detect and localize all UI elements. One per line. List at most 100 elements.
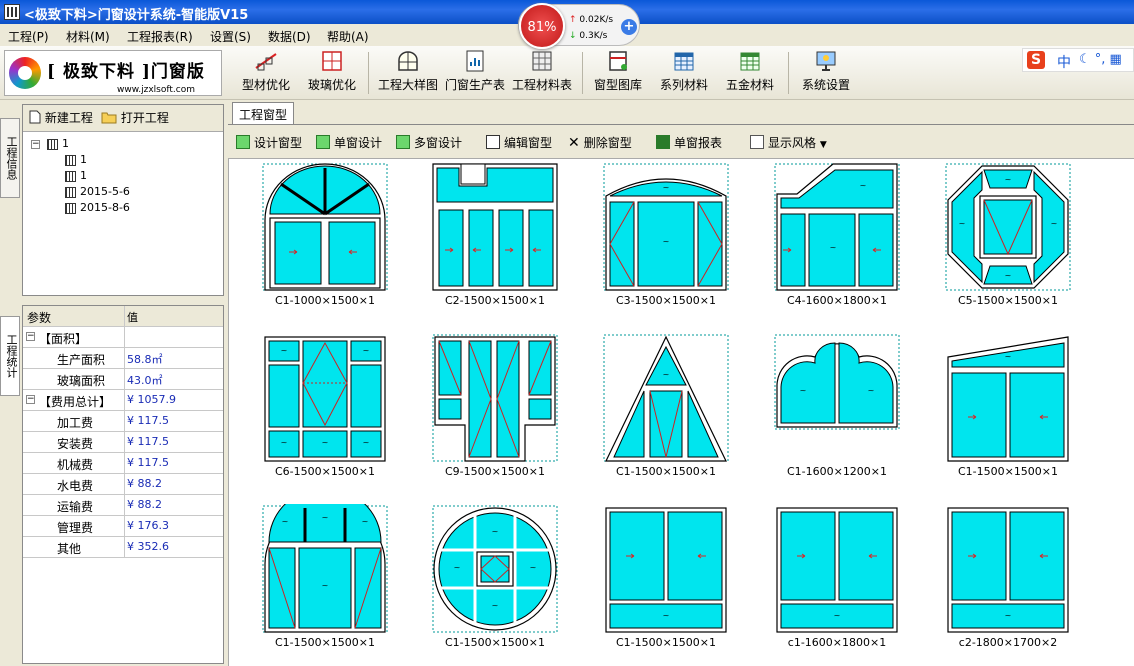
stats-property-grid: 参数 值 【面积】 − 生产面积 58.8㎡ 玻璃面积 43.0㎡ 【费用总计】 − ¥ 105… bbox=[22, 305, 224, 664]
project-tree: − 1 1 1 2015-5-6 2015-8-6 bbox=[23, 131, 223, 295]
property-row[interactable]: 管理费 ¥ 176.3 bbox=[23, 516, 223, 537]
property-name: 机械费 bbox=[23, 453, 125, 473]
menu-data[interactable]: 数据(D) bbox=[268, 28, 311, 45]
delete-x-icon: ✕ bbox=[568, 135, 580, 151]
side-tabs: 工程信息 工程统计 bbox=[0, 104, 20, 664]
property-name: 【费用总计】 bbox=[23, 390, 125, 410]
design-window-button[interactable]: 设计窗型 bbox=[236, 134, 302, 151]
single-window-button[interactable]: 单窗设计 bbox=[316, 134, 382, 151]
window-thumbnail-octagon[interactable]: ~ ~ ~ ~ bbox=[944, 162, 1072, 292]
window-thumbnail-round-top[interactable]: ~ ~ ~ ~ bbox=[261, 504, 389, 634]
open-folder-icon bbox=[101, 112, 117, 124]
edit-grid-icon bbox=[486, 135, 500, 149]
property-row[interactable]: 安装费 ¥ 117.5 bbox=[23, 432, 223, 453]
window-thumbnail-notch-top[interactable] bbox=[431, 162, 559, 292]
new-project-button[interactable]: 新建工程 bbox=[29, 109, 93, 126]
glass-optimize-button[interactable]: 玻璃优化 bbox=[304, 50, 360, 96]
calendar-grid-icon bbox=[674, 52, 694, 71]
window-report-button[interactable]: 单窗报表 bbox=[656, 134, 722, 151]
window-grid-icon bbox=[65, 170, 76, 182]
window-thumbnail-t-shape[interactable] bbox=[431, 333, 559, 463]
app-logo: [ 极致下料 ]门窗版 www.jzxlsoft.com bbox=[4, 50, 222, 96]
property-row[interactable]: 运输费 ¥ 88.2 bbox=[23, 495, 223, 516]
menu-help[interactable]: 帮助(A) bbox=[327, 28, 369, 45]
menu-report[interactable]: 工程报表(R) bbox=[127, 28, 193, 45]
window-thumbnail-grid[interactable]: ~ ~ ~ ~ ~ bbox=[261, 333, 389, 463]
collapse-icon[interactable]: − bbox=[31, 140, 40, 149]
svg-text:~: ~ bbox=[1005, 175, 1012, 184]
window-library-button[interactable]: 窗型图库 bbox=[590, 50, 646, 96]
edit-window-button[interactable]: 编辑窗型 bbox=[486, 134, 552, 151]
window-thumbnail-slider[interactable]: ~ bbox=[773, 504, 901, 634]
delete-window-button[interactable]: ✕ 删除窗型 bbox=[568, 134, 632, 151]
dropdown-arrow-icon: ▼ bbox=[819, 140, 827, 150]
production-sheet-button[interactable]: 门窗生产表 bbox=[444, 50, 506, 96]
network-speed-widget[interactable]: 81% ↑ 0.02K/s ↓ 0.3K/s + bbox=[518, 3, 640, 49]
tab-project-windows[interactable]: 工程窗型 bbox=[232, 102, 294, 124]
collapse-icon[interactable]: − bbox=[26, 332, 35, 341]
window-thumbnail-circle[interactable]: ~ ~ ~ ~ bbox=[431, 504, 559, 634]
open-project-button[interactable]: 打开工程 bbox=[101, 109, 169, 126]
property-row[interactable]: 生产面积 58.8㎡ bbox=[23, 348, 223, 369]
ime-toolbar[interactable]: S 中 ☾ °, ▦ bbox=[1022, 48, 1134, 72]
property-row[interactable]: 其他 ¥ 352.6 bbox=[23, 537, 223, 558]
material-sheet-button[interactable]: 工程材料表 bbox=[510, 50, 574, 96]
property-row[interactable]: 机械费 ¥ 117.5 bbox=[23, 453, 223, 474]
menu-project[interactable]: 工程(P) bbox=[8, 28, 49, 45]
profile-optimize-button[interactable]: 型材优化 bbox=[238, 50, 294, 96]
series-material-button[interactable]: 系列材料 bbox=[656, 50, 712, 96]
upload-speed: ↑ 0.02K/s bbox=[569, 15, 614, 25]
window-thumbnail-slider[interactable]: ~ bbox=[944, 504, 1072, 634]
hardware-material-button[interactable]: 五金材料 bbox=[722, 50, 778, 96]
window-caption: C6-1500×1500×1 bbox=[274, 465, 376, 478]
tab-project-stats[interactable]: 工程统计 bbox=[0, 316, 20, 396]
tree-item[interactable]: 2015-8-6 bbox=[65, 201, 130, 215]
ime-mode[interactable]: 中 bbox=[1057, 52, 1071, 72]
arrow-up-icon: ↑ bbox=[569, 15, 577, 25]
property-row[interactable]: 【面积】 − bbox=[23, 327, 223, 348]
window-thumbnail-segment-top[interactable]: ~~ bbox=[602, 162, 730, 292]
window-caption: c1-1600×1800×1 bbox=[787, 636, 887, 649]
window-caption: C1-1500×1500×1 bbox=[274, 636, 376, 649]
property-name: 玻璃面积 bbox=[23, 369, 125, 389]
excel-icon bbox=[656, 135, 670, 149]
svg-text:~: ~ bbox=[1005, 271, 1012, 280]
plus-icon[interactable]: + bbox=[621, 19, 637, 35]
glass-optimize-icon bbox=[322, 51, 342, 71]
window-thumbnail-slider[interactable]: ~ bbox=[602, 504, 730, 634]
tree-item[interactable]: 1 bbox=[65, 153, 87, 167]
window-thumbnail-slope-top[interactable]: ~~ bbox=[773, 162, 901, 292]
tree-root[interactable]: 1 bbox=[47, 137, 69, 151]
project-drawing-button[interactable]: 工程大样图 bbox=[376, 50, 440, 96]
svg-text:~: ~ bbox=[492, 601, 499, 610]
property-value: ¥ 117.5 bbox=[127, 414, 169, 427]
window-thumbnail-cloud[interactable]: ~ ~ bbox=[773, 333, 901, 463]
menu-material[interactable]: 材料(M) bbox=[66, 28, 110, 45]
property-row[interactable]: 【费用总计】 − ¥ 1057.9 bbox=[23, 390, 223, 411]
tab-project-info[interactable]: 工程信息 bbox=[0, 118, 20, 198]
svg-text:~: ~ bbox=[868, 386, 875, 395]
ime-options-icon[interactable]: ☾ °, ▦ bbox=[1079, 52, 1122, 67]
menu-settings[interactable]: 设置(S) bbox=[210, 28, 251, 45]
tree-item[interactable]: 1 bbox=[65, 169, 87, 183]
system-settings-button[interactable]: 系统设置 bbox=[796, 50, 856, 96]
property-name: 水电费 bbox=[23, 474, 125, 494]
multi-window-button[interactable]: 多窗设计 bbox=[396, 134, 462, 151]
display-style-dropdown[interactable]: 显示风格 ▼ bbox=[750, 134, 827, 151]
window-caption: C1-1500×1500×1 bbox=[615, 636, 717, 649]
tree-item[interactable]: 2015-5-6 bbox=[65, 185, 130, 199]
property-value: ¥ 352.6 bbox=[127, 540, 169, 553]
collapse-icon[interactable]: − bbox=[26, 395, 35, 404]
property-row[interactable]: 玻璃面积 43.0㎡ bbox=[23, 369, 223, 390]
globe-logo-icon bbox=[9, 57, 41, 89]
property-row[interactable]: 加工费 ¥ 117.5 bbox=[23, 411, 223, 432]
svg-text:~: ~ bbox=[363, 438, 370, 447]
window-thumbnail-arch-top[interactable] bbox=[261, 162, 389, 292]
property-row[interactable]: 水电费 ¥ 88.2 bbox=[23, 474, 223, 495]
production-sheet-icon bbox=[466, 50, 484, 72]
list-style-icon bbox=[750, 135, 764, 149]
toolbar-separator bbox=[582, 52, 583, 94]
window-thumbnail-slant-top[interactable]: ~ bbox=[944, 333, 1072, 463]
svg-text:~: ~ bbox=[281, 438, 288, 447]
window-thumbnail-triangle[interactable]: ~ bbox=[602, 333, 730, 463]
